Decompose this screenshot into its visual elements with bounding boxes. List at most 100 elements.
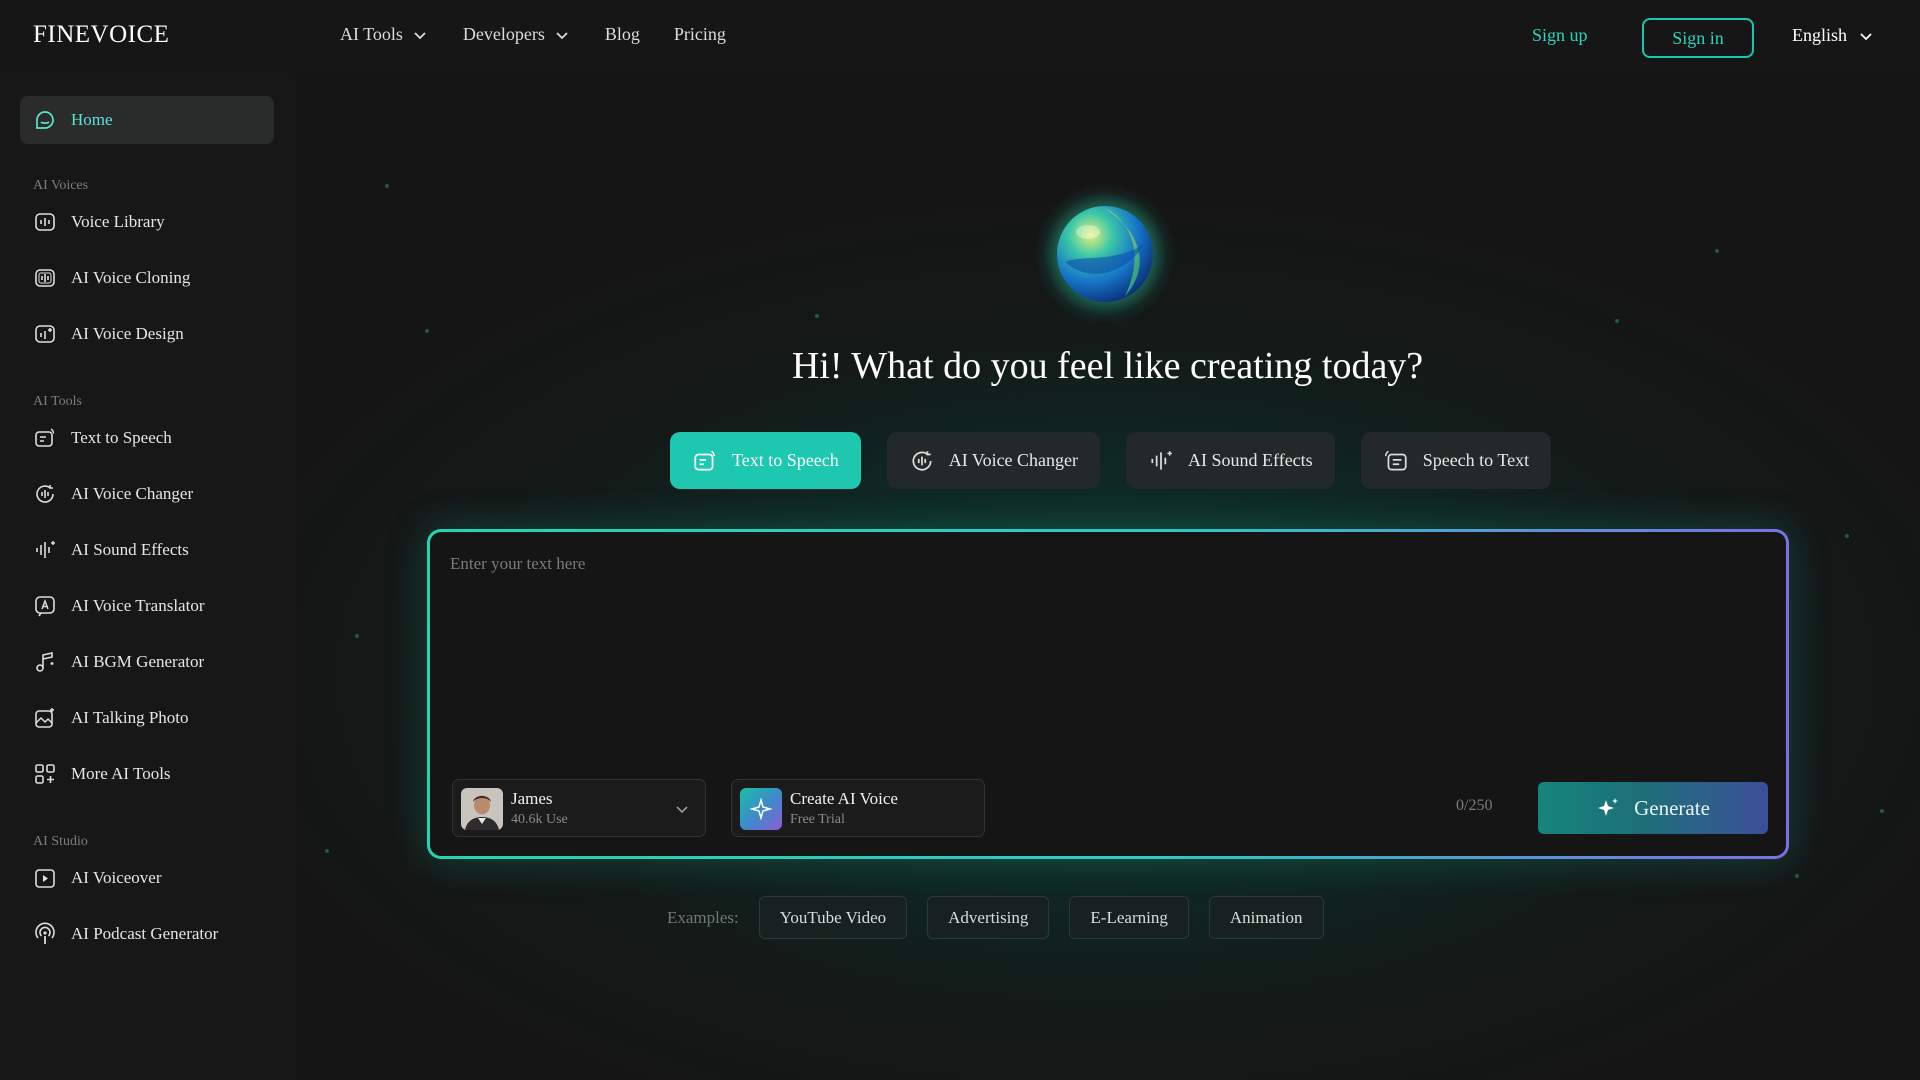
nav-ai-tools-label: AI Tools <box>340 24 403 44</box>
chevron-down-icon <box>414 31 426 39</box>
tab-label: AI Voice Changer <box>948 450 1079 470</box>
character-counter: 0/250 <box>1456 797 1493 814</box>
sidebar-item-label: Voice Library <box>71 212 165 231</box>
tab-label: AI Sound Effects <box>1188 450 1313 470</box>
nav-pricing-link[interactable]: Pricing <box>674 24 726 45</box>
particle-dot <box>385 184 389 188</box>
voice-usage: 40.6k Use <box>511 812 568 827</box>
page-headline: Hi! What do you feel like creating today… <box>791 345 1424 387</box>
sign-up-link[interactable]: Sign up <box>1532 25 1588 46</box>
sidebar-item-ai-talking-photo[interactable]: AI Talking Photo <box>20 694 274 742</box>
create-voice-title: Create AI Voice <box>790 789 898 808</box>
assistant-orb <box>1035 184 1175 324</box>
examples-row: Examples: YouTube Video Advertising E-Le… <box>667 896 1344 939</box>
assistant-orb-icon <box>1057 206 1153 302</box>
particle-dot <box>425 329 429 333</box>
example-chip-youtube-video[interactable]: YouTube Video <box>758 896 908 939</box>
tab-ai-voice-changer[interactable]: AI Voice Changer <box>886 432 1101 489</box>
sidebar-item-label: AI Voice Design <box>71 324 184 343</box>
nav-ai-tools-dropdown[interactable]: AI Tools <box>340 24 427 45</box>
home-chat-icon <box>36 111 54 129</box>
language-label: English <box>1792 25 1848 45</box>
sidebar-item-ai-sound-effects[interactable]: AI Sound Effects <box>20 526 274 574</box>
sidebar-item-label: AI Voice Translator <box>71 596 205 615</box>
nav-blog-link[interactable]: Blog <box>605 24 640 45</box>
sidebar-item-label: AI Podcast Generator <box>71 924 219 943</box>
create-ai-voice-button[interactable]: Create AI Voice Free Trial <box>731 779 985 837</box>
sidebar-item-ai-voice-design[interactable]: AI Voice Design <box>20 310 274 358</box>
example-chip-advertising[interactable]: Advertising <box>927 896 1050 939</box>
sound-effects-icon <box>1151 450 1172 470</box>
main-content: Hi! What do you feel like creating today… <box>295 74 1920 1080</box>
particle-dot <box>1715 249 1719 253</box>
particle-dot <box>1615 319 1619 323</box>
sign-in-button[interactable]: Sign in <box>1642 18 1754 58</box>
nav-developers-label: Developers <box>462 24 545 44</box>
speech-to-text-icon <box>1384 450 1407 471</box>
examples-label: Examples: <box>667 907 739 927</box>
sidebar-section-ai-studio: AI Studio <box>33 834 88 849</box>
sparkle-voice-icon <box>740 788 782 830</box>
particle-dot <box>815 314 819 318</box>
particle-dot <box>355 634 359 638</box>
top-navigation-bar: FINEVOICE AI Tools Developers Blog Prici… <box>0 0 1920 74</box>
podcast-icon <box>35 922 55 944</box>
finevoice-logo[interactable]: FINEVOICE <box>33 21 169 49</box>
create-voice-subtitle: Free Trial <box>790 812 845 827</box>
music-note-icon <box>36 652 54 672</box>
sidebar-item-label: Home <box>71 110 113 129</box>
sidebar-item-label: AI Voiceover <box>71 868 162 887</box>
sidebar-item-ai-voice-cloning[interactable]: AI Voice Cloning <box>20 254 274 302</box>
sidebar-item-label: More AI Tools <box>71 764 171 783</box>
voiceover-play-icon <box>35 869 55 888</box>
sidebar-item-text-to-speech[interactable]: Text to Speech <box>20 414 274 462</box>
sidebar-item-label: AI Voice Cloning <box>71 268 191 287</box>
sidebar-item-ai-voice-changer[interactable]: AI Voice Changer <box>20 470 274 518</box>
tab-speech-to-text[interactable]: Speech to Text <box>1360 432 1552 489</box>
chevron-down-icon <box>676 806 688 814</box>
talking-photo-icon <box>35 708 54 728</box>
sparkle-icon <box>1598 798 1619 816</box>
sidebar-item-ai-voice-translator[interactable]: AI Voice Translator <box>20 582 274 630</box>
sidebar-item-ai-voiceover[interactable]: AI Voiceover <box>20 854 274 902</box>
chevron-down-icon <box>556 31 568 39</box>
sidebar-item-ai-bgm-generator[interactable]: AI BGM Generator <box>20 638 274 686</box>
particle-dot <box>1795 874 1799 878</box>
voice-name: James <box>511 789 553 808</box>
voice-changer-icon <box>36 485 54 503</box>
sidebar-item-more-ai-tools[interactable]: More AI Tools <box>20 750 274 798</box>
sidebar-section-ai-tools: AI Tools <box>33 394 82 409</box>
sidebar-item-home[interactable]: Home <box>20 96 274 144</box>
tab-ai-sound-effects[interactable]: AI Sound Effects <box>1126 432 1335 489</box>
nav-developers-dropdown[interactable]: Developers <box>463 24 569 45</box>
sidebar-item-voice-library[interactable]: Voice Library <box>20 198 274 246</box>
sidebar: Home AI Voices Voice Library AI Voice Cl… <box>0 74 295 1080</box>
example-chip-animation[interactable]: Animation <box>1208 896 1324 939</box>
voice-selector[interactable]: James 40.6k Use <box>452 779 706 837</box>
sidebar-section-ai-voices: AI Voices <box>33 178 89 193</box>
particle-dot <box>1845 534 1849 538</box>
grid-icon <box>35 764 55 784</box>
tab-label: Text to Speech <box>732 450 839 470</box>
top-nav-links: AI Tools Developers Blog Pricing <box>340 24 760 45</box>
tab-text-to-speech[interactable]: Text to Speech <box>670 432 861 489</box>
language-selector[interactable]: English <box>1792 25 1873 46</box>
sidebar-item-label: AI Voice Changer <box>71 484 194 503</box>
voice-library-icon <box>35 213 55 231</box>
sidebar-item-label: AI Talking Photo <box>71 708 189 727</box>
tab-label: Speech to Text <box>1422 450 1530 470</box>
voice-cloning-icon <box>35 269 55 287</box>
chevron-down-icon <box>1860 32 1872 40</box>
example-chip-e-learning[interactable]: E-Learning <box>1069 896 1189 939</box>
text-input[interactable] <box>450 554 1750 734</box>
generate-label: Generate <box>1634 795 1710 820</box>
sidebar-item-ai-podcast-generator[interactable]: AI Podcast Generator <box>20 910 274 958</box>
voice-changer-icon <box>912 450 932 471</box>
generate-button[interactable]: Generate <box>1538 782 1768 834</box>
particle-dot <box>1880 809 1884 813</box>
sidebar-item-label: Text to Speech <box>71 428 172 447</box>
sidebar-item-label: AI BGM Generator <box>71 652 205 671</box>
voice-design-icon <box>35 325 55 343</box>
text-to-speech-icon <box>694 450 715 471</box>
sidebar-item-label: AI Sound Effects <box>71 540 189 559</box>
